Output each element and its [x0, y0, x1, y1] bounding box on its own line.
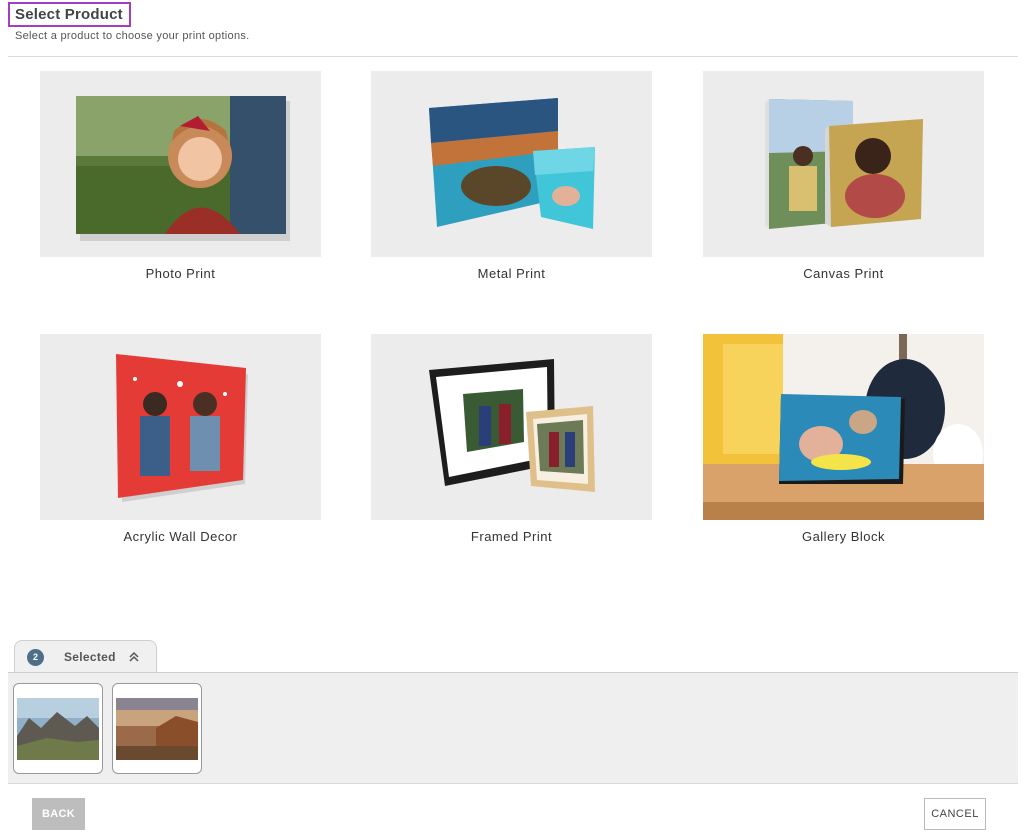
product-acrylic-wall-decor[interactable]: Acrylic Wall Decor [40, 334, 321, 544]
product-image-metal-print [371, 71, 652, 257]
selected-tab[interactable]: 2 Selected [14, 640, 157, 673]
cancel-button[interactable]: CANCEL [924, 798, 986, 830]
photo-thumbnail-image [116, 697, 198, 760]
product-label: Canvas Print [803, 266, 884, 281]
selected-photo-thumbnail[interactable] [112, 683, 202, 774]
selected-photo-thumbnail[interactable] [13, 683, 103, 774]
product-canvas-print[interactable]: Canvas Print [703, 71, 984, 281]
selected-label: Selected [64, 650, 116, 664]
product-photo-print[interactable]: Photo Print [40, 71, 321, 281]
back-button[interactable]: BACK [32, 798, 85, 830]
product-framed-print[interactable]: Framed Print [371, 334, 652, 544]
page-subtitle: Select a product to choose your print op… [15, 30, 250, 42]
product-image-canvas-print [703, 71, 984, 257]
product-label: Gallery Block [801, 529, 886, 544]
photo-thumbnail-image [17, 697, 99, 760]
product-label: Acrylic Wall Decor [123, 529, 238, 544]
page-title: Select Product [15, 6, 123, 23]
product-metal-print[interactable]: Metal Print [371, 71, 652, 281]
chevron-double-up-icon[interactable] [128, 651, 140, 663]
product-image-photo-print [40, 71, 321, 257]
product-label: Framed Print [470, 529, 553, 544]
header-divider [8, 56, 1018, 57]
selected-count-badge: 2 [27, 648, 44, 666]
product-image-gallery-block [703, 334, 984, 520]
product-label: Photo Print [145, 266, 216, 281]
product-label: Metal Print [477, 266, 546, 281]
product-gallery-block[interactable]: Gallery Block [703, 334, 984, 544]
page-title-box: Select Product [8, 2, 131, 27]
page-header: Select Product Select a product to choos… [8, 2, 250, 42]
product-image-acrylic-wall-decor [40, 334, 321, 520]
selected-photos-tray [8, 672, 1018, 784]
product-image-framed-print [371, 334, 652, 520]
